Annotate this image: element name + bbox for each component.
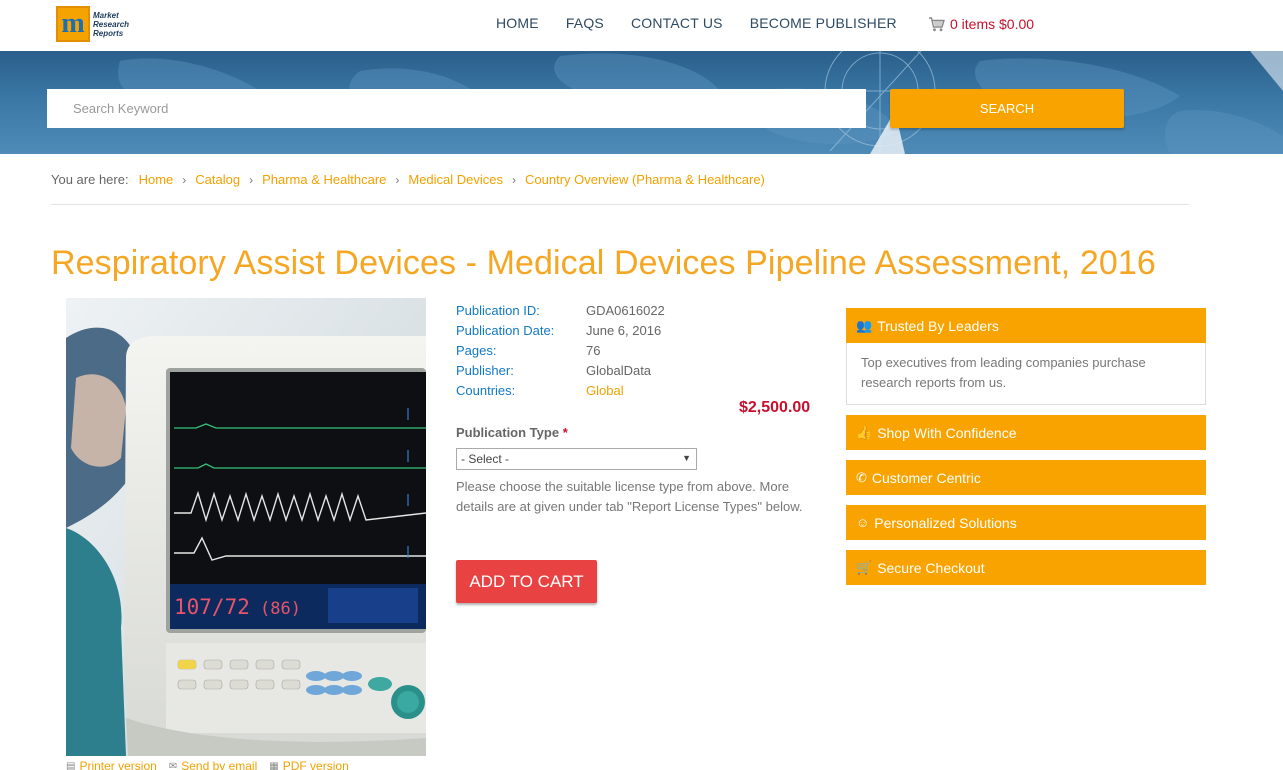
breadcrumb-separator: › — [249, 172, 254, 187]
countries-link[interactable]: Global — [586, 383, 624, 398]
thumbs-up-icon: 👍 — [856, 424, 873, 440]
logo-text: Market Research Reports — [93, 10, 130, 38]
select-value: - Select - — [461, 452, 510, 466]
smile-icon: ☺ — [856, 515, 870, 530]
monitor-reading-secondary: (86) — [260, 599, 301, 619]
users-icon: 👥 — [856, 317, 873, 333]
detail-row: Publication ID: GDA0616022 — [456, 300, 665, 320]
breadcrumb-separator: › — [182, 172, 187, 187]
license-help-text: Please choose the suitable license type … — [456, 479, 803, 514]
site-logo[interactable]: m Market Research Reports — [56, 4, 138, 44]
nav-contact-us[interactable]: CONTACT US — [631, 15, 723, 31]
add-to-cart-button[interactable]: ADD TO CART — [456, 560, 597, 603]
publication-details: Publication ID: GDA0616022 Publication Da… — [456, 300, 665, 400]
nav-become-publisher[interactable]: BECOME PUBLISHER — [750, 15, 897, 31]
top-header: m Market Research Reports HOME FAQS CONT… — [0, 0, 1283, 51]
dropdown-arrow-icon: ▼ — [682, 453, 691, 463]
sidebar-body: Top executives from leading companies pu… — [846, 343, 1206, 405]
sidebar-shop-with-confidence[interactable]: 👍 Shop With Confidence — [846, 415, 1206, 450]
printer-version-link[interactable]: ▤ Printer version — [66, 759, 157, 770]
detail-value: 76 — [586, 342, 601, 358]
detail-value: GDA0616022 — [586, 302, 665, 318]
detail-value: GlobalData — [586, 362, 652, 378]
detail-label: Pages: — [456, 342, 497, 358]
breadcrumb-catalog[interactable]: Catalog — [195, 172, 240, 187]
detail-row: Publication Date: June 6, 2016 — [456, 320, 665, 340]
send-by-email-link[interactable]: ✉ Send by email — [169, 759, 257, 770]
breadcrumb-divider — [51, 204, 1189, 205]
breadcrumb-home[interactable]: Home — [139, 172, 174, 187]
product-links: ▤ Printer version ✉ Send by email ▦ PDF ver… — [66, 759, 361, 770]
search-banner: Search Keyword SEARCH — [0, 51, 1283, 154]
sidebar-header[interactable]: 👥 Trusted By Leaders — [846, 308, 1206, 343]
detail-value: June 6, 2016 — [586, 322, 662, 338]
printer-icon: ▤ — [66, 760, 76, 770]
price: $2,500.00 — [739, 399, 811, 416]
detail-row: Pages: 76 — [456, 340, 665, 360]
sidebar-trusted-by-leaders[interactable]: 👥 Trusted By Leaders Top executives from… — [846, 308, 1206, 405]
pdf-icon: ▦ — [269, 760, 279, 770]
detail-label: Publication Date: — [456, 322, 555, 338]
detail-label: Publisher: — [456, 362, 514, 378]
email-icon: ✉ — [168, 760, 178, 770]
main-nav: HOME FAQS CONTACT US BECOME PUBLISHER — [496, 15, 924, 31]
sidebar-secure-checkout[interactable]: 🛒 Secure Checkout — [846, 550, 1206, 585]
cart-text: 0 items $0.00 — [950, 16, 1035, 32]
breadcrumb-separator: › — [512, 172, 517, 187]
nav-home[interactable]: HOME — [496, 15, 539, 31]
cart-icon: 🛒 — [856, 559, 873, 575]
search-button[interactable]: SEARCH — [890, 89, 1124, 128]
pdf-version-link[interactable]: ▦ PDF version — [269, 759, 348, 770]
breadcrumb-pharma-healthcare[interactable]: Pharma & Healthcare — [262, 172, 386, 187]
breadcrumb-country-overview[interactable]: Country Overview (Pharma & Healthcare) — [525, 172, 765, 187]
required-mark: * — [562, 425, 568, 440]
breadcrumb-separator: › — [395, 172, 400, 187]
search-input[interactable]: Search Keyword — [47, 89, 866, 128]
product-image: 107/72 (86) — [66, 298, 426, 756]
sidebar-header[interactable]: ☺ Personalized Solutions — [846, 505, 1206, 540]
patient-monitor-illustration: 107/72 (86) — [66, 298, 426, 756]
logo-mark: m — [56, 6, 90, 42]
page-title: Respiratory Assist Devices - Medical Dev… — [51, 244, 1156, 282]
sidebar-header[interactable]: 🛒 Secure Checkout — [846, 550, 1206, 585]
breadcrumb-medical-devices[interactable]: Medical Devices — [408, 172, 503, 187]
shopping-cart-icon — [929, 16, 945, 31]
sidebar-personalized-solutions[interactable]: ☺ Personalized Solutions — [846, 505, 1206, 540]
detail-label: Countries: — [456, 382, 516, 398]
cart-summary[interactable]: 0 items $0.00 — [928, 16, 1034, 32]
sidebar-header[interactable]: ✆ Customer Centric — [846, 460, 1206, 495]
monitor-reading-primary: 107/72 — [174, 595, 250, 619]
publication-type-label: Publication Type * — [456, 425, 568, 440]
breadcrumb: You are here: Home › Catalog › Pharma & … — [51, 172, 765, 187]
detail-row: Countries: Global — [456, 380, 665, 400]
sidebar-customer-centric[interactable]: ✆ Customer Centric — [846, 460, 1206, 495]
breadcrumb-lead: You are here: — [51, 172, 129, 187]
detail-row: Publisher: GlobalData — [456, 360, 665, 380]
publication-type-select[interactable]: - Select - ▼ — [456, 448, 697, 470]
phone-icon: ✆ — [856, 469, 867, 485]
detail-label: Publication ID: — [456, 302, 540, 318]
nav-faqs[interactable]: FAQS — [566, 15, 604, 31]
sidebar-header[interactable]: 👍 Shop With Confidence — [846, 415, 1206, 450]
